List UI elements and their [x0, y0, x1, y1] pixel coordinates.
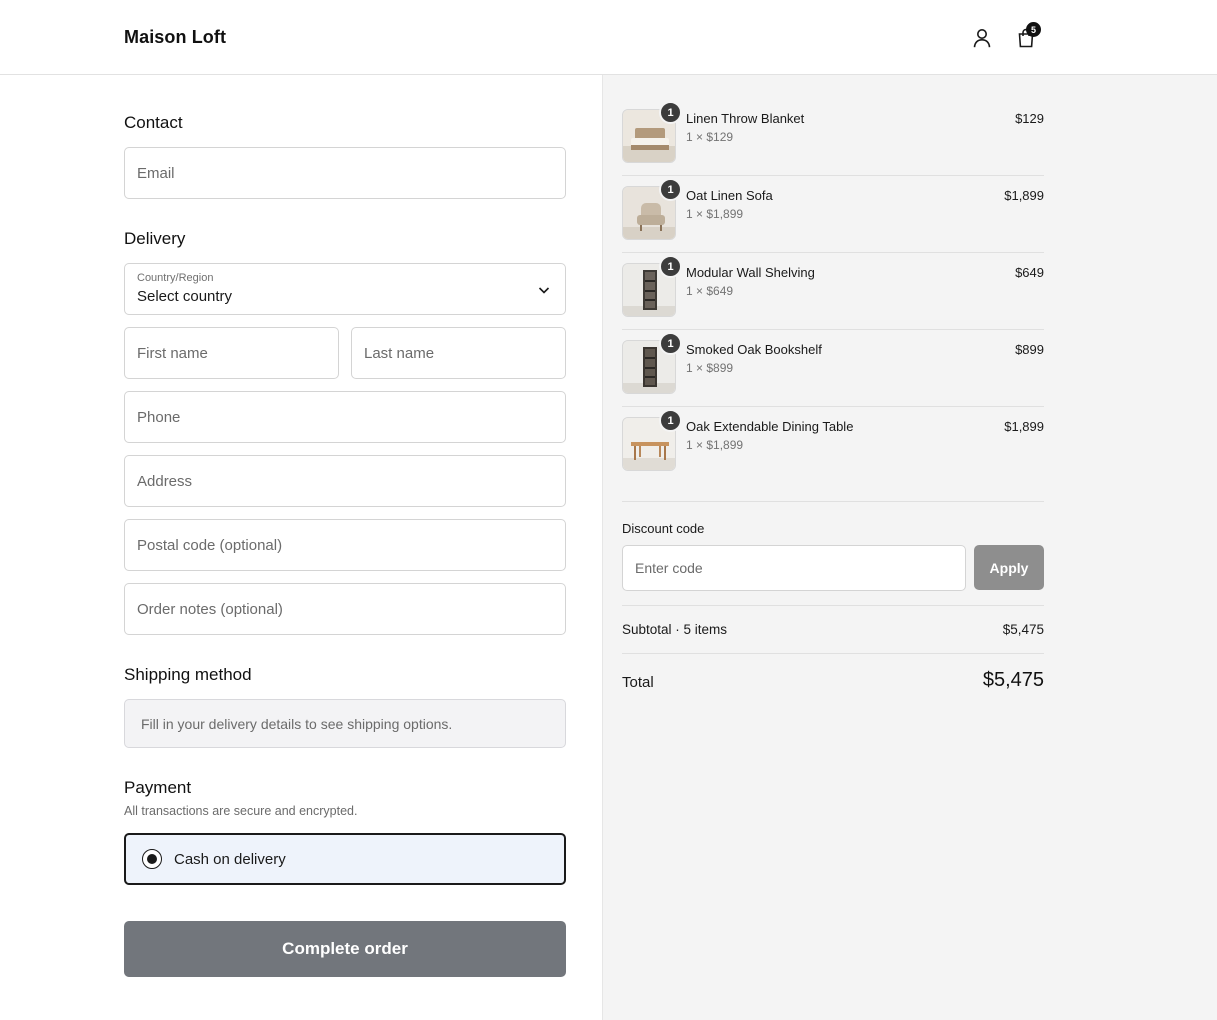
total-value: $5,475 [982, 669, 1044, 691]
payment-option-label: Cash on delivery [174, 850, 286, 868]
email-placeholder: Email [137, 164, 175, 182]
summary-divider [622, 501, 1044, 502]
item-unit-price: 1 × $649 [686, 284, 734, 298]
payment-option-cod[interactable]: Cash on delivery [124, 833, 566, 885]
apply-discount-button[interactable]: Apply [974, 545, 1044, 590]
cart-count-badge: 5 [1026, 22, 1041, 37]
subtotal-value: $5,475 [1002, 622, 1044, 637]
phone-placeholder: Phone [137, 408, 181, 426]
shipping-info-box: Fill in your delivery details to see shi… [124, 699, 566, 748]
order-item: 1 Modular Wall Shelving 1 × $649 $649 [622, 253, 1044, 330]
phone-field[interactable]: Phone [124, 391, 566, 443]
order-item: 1 Oat Linen Sofa 1 × $1,899 $1,899 [622, 176, 1044, 253]
radio-selected-dot [147, 854, 157, 864]
last-name-placeholder: Last name [364, 344, 435, 362]
first-name-field[interactable]: First name [124, 327, 339, 379]
discount-label: Discount code [622, 521, 705, 536]
quantity-badge: 1 [659, 332, 682, 355]
order-notes-field[interactable]: Order notes (optional) [124, 583, 566, 635]
chevron-down-icon [538, 287, 550, 294]
address-field[interactable]: Address [124, 455, 566, 507]
summary-divider [622, 605, 1044, 606]
country-label: Country/Region [137, 272, 214, 284]
item-unit-price: 1 × $129 [686, 130, 734, 144]
payment-subtitle: All transactions are secure and encrypte… [124, 804, 358, 818]
site-header: Maison Loft 5 [0, 0, 1217, 75]
item-unit-price: 1 × $1,899 [686, 207, 744, 221]
order-item: 1 Linen Throw Blanket 1 × $129 $129 [622, 99, 1044, 176]
subtotal-label: Subtotal · 5 items [622, 622, 728, 637]
summary-divider [622, 653, 1044, 654]
item-price: $649 [1015, 265, 1044, 280]
order-notes-placeholder: Order notes (optional) [137, 600, 283, 618]
contact-heading: Contact [124, 113, 183, 132]
total-label: Total [622, 674, 654, 691]
postal-code-placeholder: Postal code (optional) [137, 536, 283, 554]
item-name: Modular Wall Shelving [686, 265, 815, 280]
order-item: 1 Smoked Oak Bookshelf 1 × $899 $899 [622, 330, 1044, 407]
payment-radio[interactable] [142, 849, 162, 869]
country-select[interactable]: Country/Region Select country [124, 263, 566, 315]
shipping-message: Fill in your delivery details to see shi… [141, 715, 453, 732]
item-name: Smoked Oak Bookshelf [686, 342, 822, 357]
item-price: $899 [1015, 342, 1044, 357]
complete-order-button[interactable]: Complete order [124, 921, 566, 977]
delivery-heading: Delivery [124, 229, 186, 248]
quantity-badge: 1 [659, 101, 682, 124]
payment-heading: Payment [124, 778, 192, 797]
discount-code-input[interactable]: Enter code [622, 545, 966, 591]
item-name: Linen Throw Blanket [686, 111, 805, 126]
item-price: $1,899 [1004, 188, 1044, 203]
quantity-badge: 1 [659, 178, 682, 201]
item-price: $1,899 [1004, 419, 1044, 434]
item-unit-price: 1 × $899 [686, 361, 734, 375]
item-name: Oat Linen Sofa [686, 188, 773, 203]
item-price: $129 [1015, 111, 1044, 126]
quantity-badge: 1 [659, 409, 682, 432]
brand-logo[interactable]: Maison Loft [124, 27, 226, 48]
address-placeholder: Address [137, 472, 193, 490]
discount-placeholder: Enter code [635, 560, 703, 576]
last-name-field[interactable]: Last name [351, 327, 566, 379]
order-item: 1 Oak Extendable Dining Table 1 × $1,899… [622, 407, 1044, 484]
email-field[interactable]: Email [124, 147, 566, 199]
item-unit-price: 1 × $1,899 [686, 438, 744, 452]
account-icon[interactable] [971, 26, 993, 50]
first-name-placeholder: First name [137, 344, 208, 362]
shipping-heading: Shipping method [124, 665, 252, 684]
postal-code-field[interactable]: Postal code (optional) [124, 519, 566, 571]
item-name: Oak Extendable Dining Table [686, 419, 854, 434]
country-value: Select country [137, 288, 233, 305]
quantity-badge: 1 [659, 255, 682, 278]
